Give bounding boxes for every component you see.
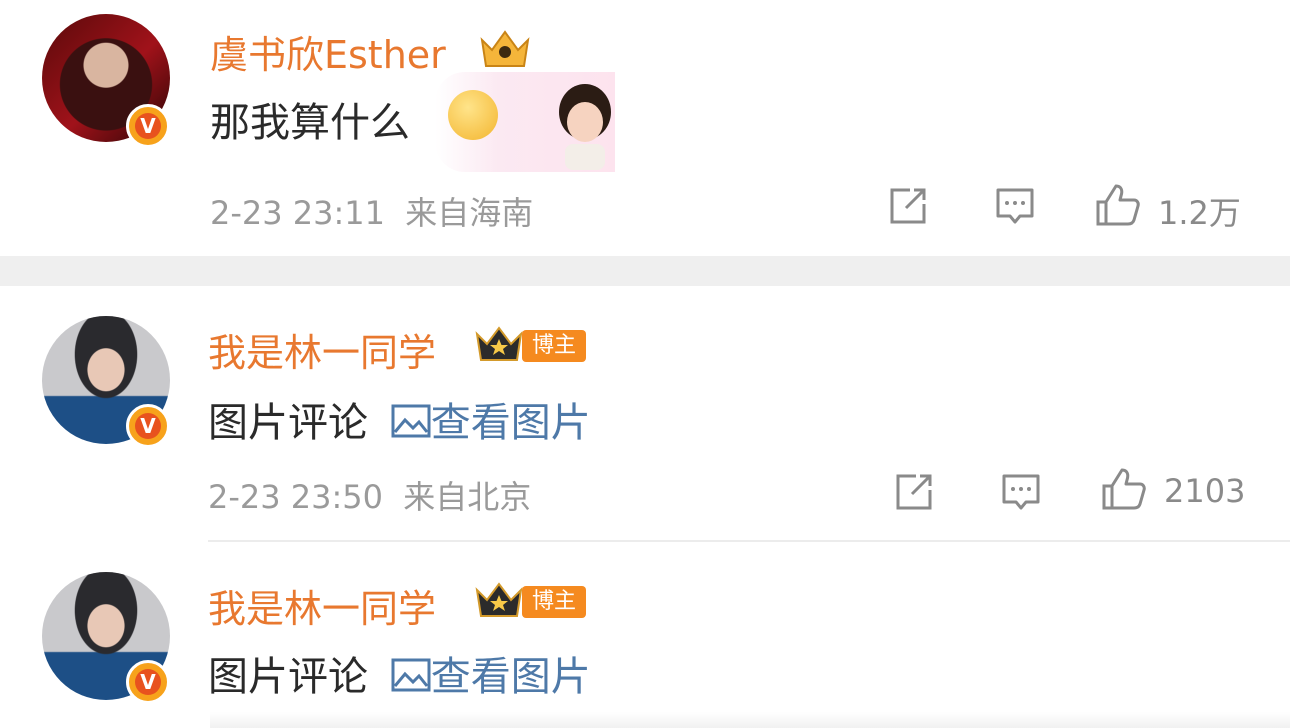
username[interactable]: 我是林一同学: [208, 322, 436, 377]
comment-text: 那我算什么: [210, 100, 410, 146]
comment-item-1: V 虞书欣Esther 那我算什么 2-23 23:11 来自海南 1.2万: [0, 0, 1290, 256]
comment-item-3: V 我是林一同学 博主 图片评论 查看图片: [0, 542, 1290, 728]
comment-item-2: V 我是林一同学 博主 图片评论 查看图片 2-23 23:50 来自北京 21…: [0, 286, 1290, 540]
emoji-icon: [448, 90, 498, 140]
username[interactable]: 虞书欣Esther: [210, 24, 446, 79]
comment-icon[interactable]: [994, 186, 1036, 226]
comment-time: 2-23 23:11 来自海南: [210, 194, 534, 232]
section-separator: [0, 256, 1290, 286]
crown-icon: [475, 582, 523, 617]
verified-badge: V: [126, 104, 170, 148]
image-icon: [391, 658, 431, 692]
share-icon[interactable]: [894, 472, 936, 512]
comment-text: 图片评论 查看图片: [208, 400, 591, 446]
verified-badge: V: [126, 404, 170, 448]
blogger-tag: 博主: [522, 330, 587, 362]
next-comment-edge: [210, 712, 1290, 728]
comment-icon[interactable]: [1000, 472, 1042, 512]
verified-badge: V: [126, 660, 170, 704]
blogger-tag: 博主: [522, 586, 587, 618]
comment-text: 图片评论 查看图片: [208, 654, 591, 700]
crown-icon: [475, 326, 523, 361]
like-icon[interactable]: [1100, 466, 1148, 512]
like-count: 2103: [1164, 472, 1246, 510]
like-icon[interactable]: [1094, 182, 1142, 228]
crown-icon: [480, 30, 530, 67]
sticker-girl-icon: [559, 84, 611, 170]
image-icon: [391, 404, 431, 438]
comment-time: 2-23 23:50 来自北京: [208, 478, 532, 516]
username[interactable]: 我是林一同学: [208, 578, 436, 633]
share-icon[interactable]: [888, 186, 930, 226]
view-image-link[interactable]: 查看图片: [391, 400, 591, 446]
view-image-link[interactable]: 查看图片: [391, 654, 591, 700]
like-count: 1.2万: [1158, 194, 1241, 232]
